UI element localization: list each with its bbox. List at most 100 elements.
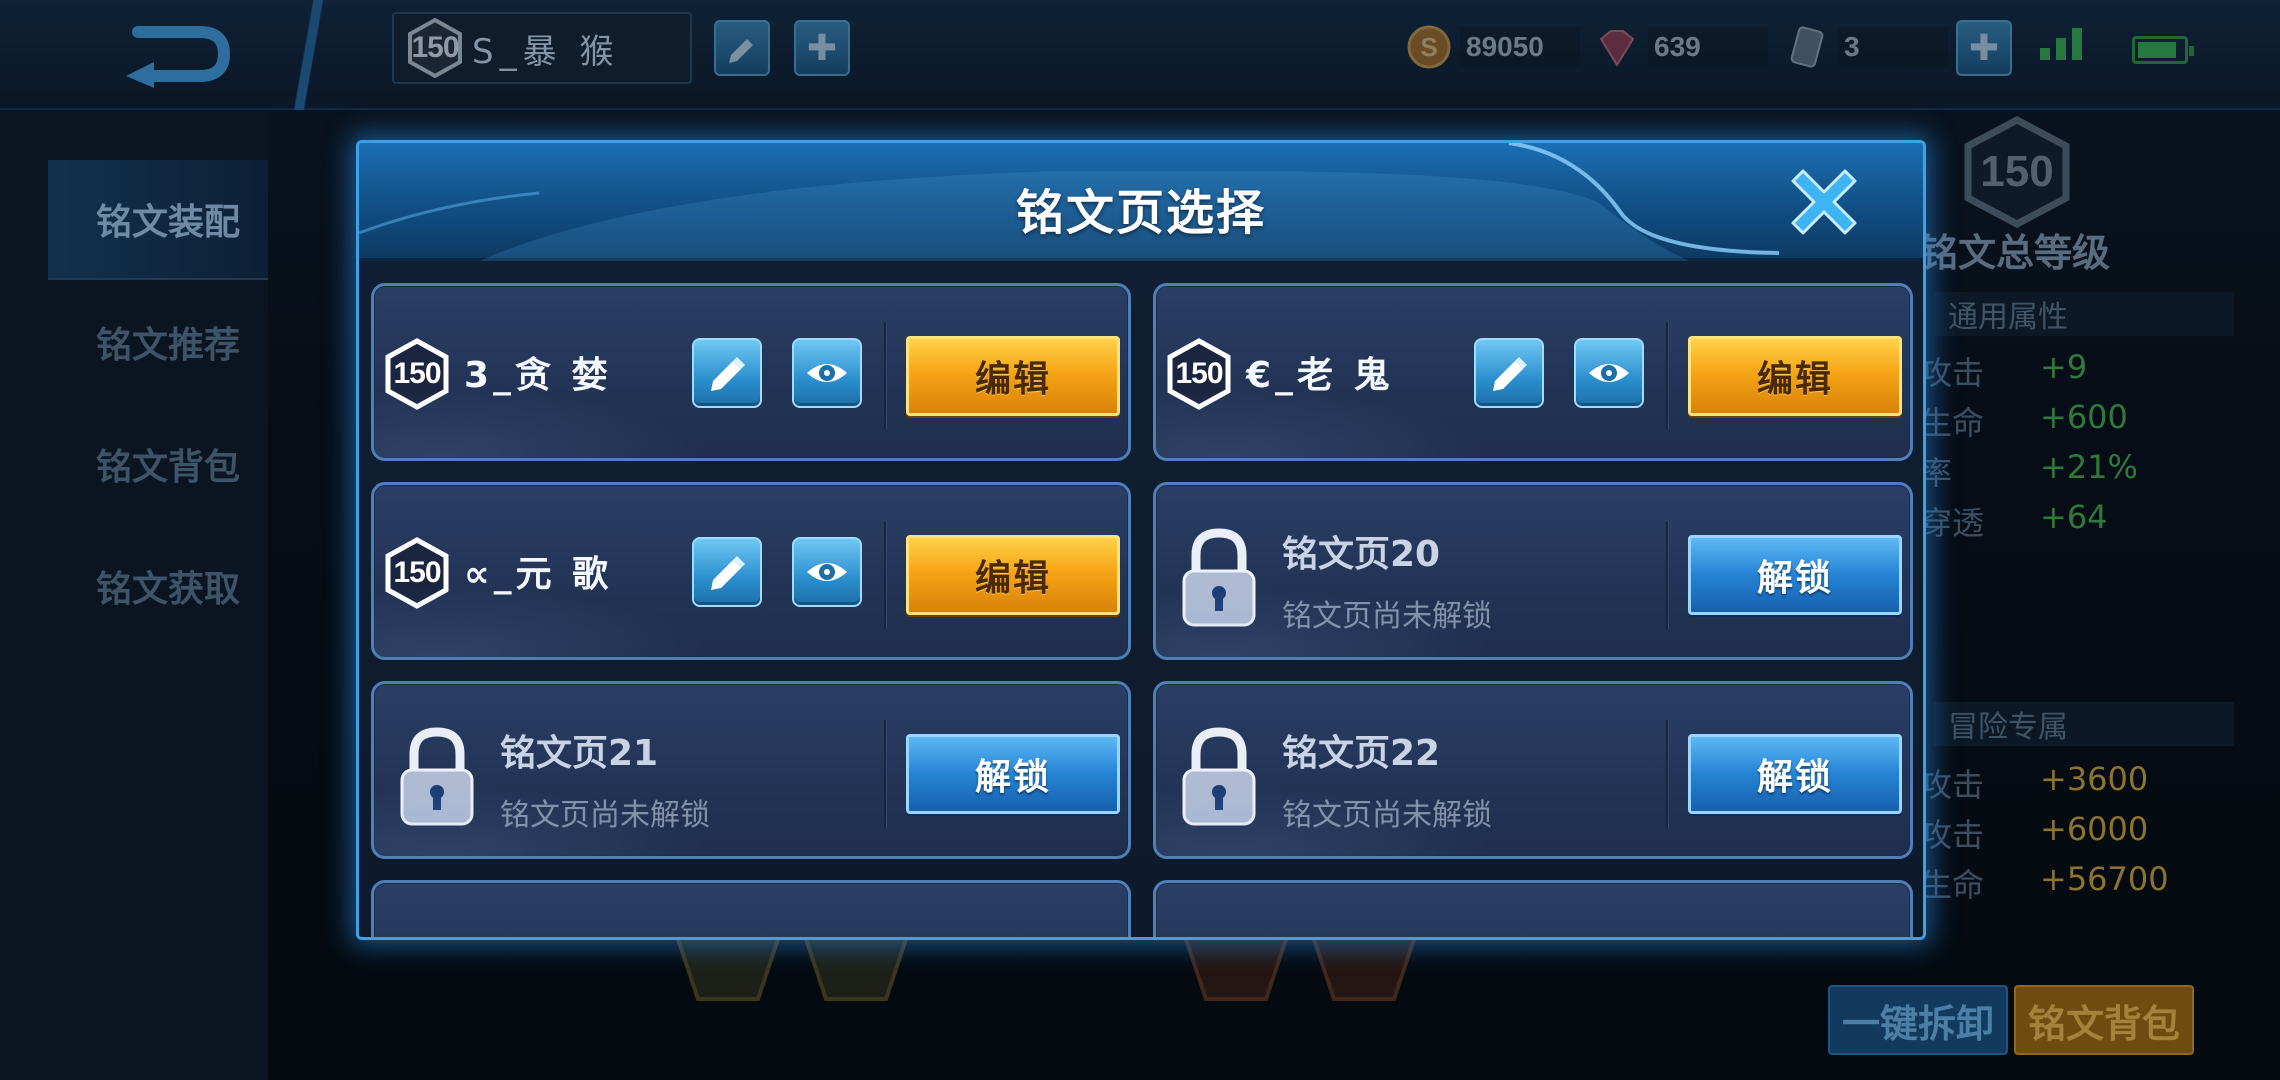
unlock-button[interactable]: 解锁 bbox=[906, 734, 1120, 814]
stat-row: 率 +21% bbox=[1920, 448, 2138, 492]
padlock-icon bbox=[1182, 727, 1256, 826]
back-arrow-icon bbox=[126, 26, 231, 88]
divider bbox=[1666, 720, 1668, 828]
unlock-button[interactable]: 解锁 bbox=[1688, 535, 1902, 615]
player-box: 150 S_暴 猴 bbox=[392, 12, 692, 84]
diamond-icon bbox=[1592, 22, 1642, 72]
padlock-icon bbox=[400, 727, 474, 826]
dialog-title: 铭文页选择 bbox=[1015, 185, 1266, 241]
page-name: 铭文页21 bbox=[500, 733, 659, 774]
eye-icon bbox=[1589, 364, 1629, 382]
divider bbox=[884, 720, 886, 828]
add-button[interactable]: ✚ bbox=[794, 20, 850, 76]
page-level: 150 bbox=[393, 556, 441, 589]
back-button[interactable] bbox=[120, 18, 240, 90]
stat-row: 生命 +600 bbox=[1920, 398, 2128, 442]
plus-icon: ✚ bbox=[1968, 27, 2000, 69]
edit-button[interactable]: 编辑 bbox=[906, 336, 1120, 416]
adventure-stats-header: 冒险专属 bbox=[1934, 702, 2234, 746]
currency-gold: S 89050 bbox=[1404, 22, 1580, 72]
pencil-icon bbox=[729, 39, 753, 63]
player-level-badge: 150 bbox=[406, 17, 464, 79]
locked-status: 铭文页尚未解锁 bbox=[1282, 599, 1492, 634]
divider bbox=[1666, 322, 1668, 430]
page-name: 3_贪 婪 bbox=[464, 355, 612, 396]
preview-page-button[interactable] bbox=[1574, 338, 1644, 408]
unload-all-button[interactable]: 一键拆卸 bbox=[1828, 985, 2008, 1055]
close-icon bbox=[1791, 169, 1857, 235]
total-level-badge: 150 bbox=[1962, 116, 2072, 228]
eye-icon bbox=[807, 364, 847, 382]
page-level-badge: 150 bbox=[384, 338, 450, 410]
rune-page-card: 150 3_贪 婪 编辑 bbox=[371, 283, 1131, 461]
divider bbox=[1666, 521, 1668, 629]
player-level: 150 bbox=[411, 31, 459, 64]
edit-button[interactable]: 编辑 bbox=[1688, 336, 1902, 416]
divider bbox=[884, 521, 886, 629]
preview-page-button[interactable] bbox=[792, 338, 862, 408]
diamond-value: 639 bbox=[1648, 27, 1768, 67]
page-level-badge: 150 bbox=[384, 537, 450, 609]
unlock-button[interactable]: 解锁 bbox=[1688, 734, 1902, 814]
page-level-badge: 150 bbox=[1166, 338, 1232, 410]
rune-page-select-dialog: 铭文页选择 150 3_贪 婪 编辑 150 €_老 鬼 编辑 150 ∝_元 … bbox=[356, 140, 1926, 940]
top-bar: 150 S_暴 猴 ✚ S 89050 639 3 ✚ bbox=[0, 0, 2280, 110]
crystal-icon bbox=[1782, 22, 1832, 72]
pencil-icon bbox=[711, 556, 745, 590]
rune-page-card-partial bbox=[371, 880, 1131, 937]
locked-status: 铭文页尚未解锁 bbox=[500, 798, 710, 833]
page-name: €_老 鬼 bbox=[1246, 355, 1394, 396]
rename-button[interactable] bbox=[714, 20, 770, 76]
rune-bag-button[interactable]: 铭文背包 bbox=[2014, 985, 2194, 1055]
dialog-header: 铭文页选择 bbox=[359, 143, 1923, 261]
total-level-title: 铭文总等级 bbox=[1920, 231, 2111, 275]
rune-page-list[interactable]: 150 3_贪 婪 编辑 150 €_老 鬼 编辑 150 ∝_元 歌 编辑 铭… bbox=[359, 261, 1923, 937]
eye-icon bbox=[807, 563, 847, 581]
nav-item-bag[interactable]: 铭文背包 bbox=[48, 404, 268, 524]
stat-row: 攻击 +9 bbox=[1920, 348, 2088, 392]
rune-page-card: 150 €_老 鬼 编辑 bbox=[1153, 283, 1913, 461]
currency-diamond: 639 bbox=[1592, 22, 1768, 72]
rename-page-button[interactable] bbox=[692, 537, 762, 607]
stat-row: 攻击 +6000 bbox=[1920, 810, 2149, 854]
page-name: 铭文页22 bbox=[1282, 733, 1441, 774]
rune-page-card-locked: 铭文页21 铭文页尚未解锁 解锁 bbox=[371, 681, 1131, 859]
nav-item-obtain[interactable]: 铭文获取 bbox=[48, 526, 268, 646]
right-stats-panel: 150 铭文总等级 通用属性 攻击 +9 生命 +600 率 +21% 穿透 +64 冒… bbox=[1900, 110, 2280, 1030]
page-name: 铭文页20 bbox=[1282, 534, 1441, 575]
rune-page-card-locked: 铭文页22 铭文页尚未解锁 解锁 bbox=[1153, 681, 1913, 859]
pencil-icon bbox=[1493, 357, 1527, 391]
svg-text:S: S bbox=[1420, 32, 1437, 62]
page-level: 150 bbox=[393, 357, 441, 390]
player-name: S_暴 猴 bbox=[472, 31, 620, 72]
page-level: 150 bbox=[1175, 357, 1223, 390]
padlock-icon bbox=[1182, 528, 1256, 627]
recharge-button[interactable]: ✚ bbox=[1956, 20, 2012, 76]
rune-page-card-partial bbox=[1153, 880, 1913, 937]
locked-status: 铭文页尚未解锁 bbox=[1282, 798, 1492, 833]
left-nav: 铭文装配 铭文推荐 铭文背包 铭文获取 bbox=[0, 110, 268, 1080]
page-name: ∝_元 歌 bbox=[464, 554, 613, 595]
preview-page-button[interactable] bbox=[792, 537, 862, 607]
stat-row: 攻击 +3600 bbox=[1920, 760, 2149, 804]
rune-page-card: 150 ∝_元 歌 编辑 bbox=[371, 482, 1131, 660]
signal-icon bbox=[2040, 28, 2082, 60]
divider bbox=[884, 322, 886, 430]
currency-crystal: 3 bbox=[1782, 22, 1948, 72]
crystal-value: 3 bbox=[1838, 27, 1948, 67]
rename-page-button[interactable] bbox=[1474, 338, 1544, 408]
nav-item-equip[interactable]: 铭文装配 bbox=[48, 160, 268, 280]
header-divider bbox=[250, 0, 370, 110]
edit-button[interactable]: 编辑 bbox=[906, 535, 1120, 615]
plus-icon: ✚ bbox=[806, 27, 838, 69]
rune-page-card-locked: 铭文页20 铭文页尚未解锁 解锁 bbox=[1153, 482, 1913, 660]
nav-item-recommend[interactable]: 铭文推荐 bbox=[48, 282, 268, 402]
stat-row: 穿透 +64 bbox=[1920, 498, 2108, 542]
battery-icon bbox=[2132, 36, 2194, 64]
stat-row: 生命 +56700 bbox=[1920, 860, 2169, 904]
pencil-icon bbox=[711, 357, 745, 391]
close-button[interactable] bbox=[1781, 159, 1867, 245]
rename-page-button[interactable] bbox=[692, 338, 762, 408]
total-level-value: 150 bbox=[1980, 147, 2054, 196]
gold-coin-icon: S bbox=[1404, 22, 1454, 72]
